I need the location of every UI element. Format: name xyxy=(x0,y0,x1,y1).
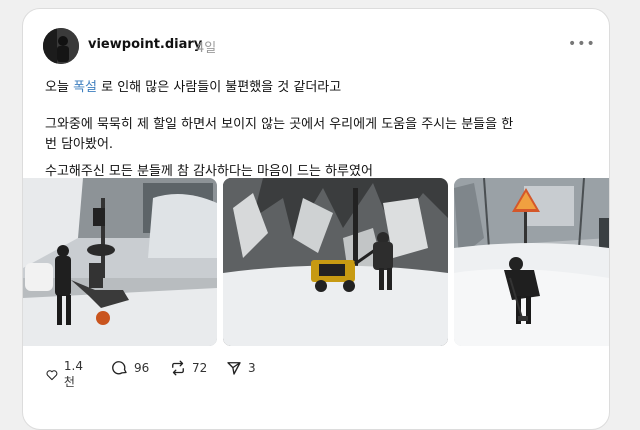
post-card: viewpoint.diary 4일 ••• 오늘 폭설 로 인해 많은 사람들… xyxy=(22,8,610,430)
share-button[interactable]: 3 xyxy=(225,359,256,377)
username[interactable]: viewpoint.diary xyxy=(88,37,202,52)
comment-icon xyxy=(112,361,127,375)
heart-icon xyxy=(46,369,58,380)
post-text-line-4: 수고해주신 모든 분들께 참 감사하다는 마음이 드는 하루였어 xyxy=(45,164,373,179)
post-text-after: 로 인해 많은 사람들이 불편했을 것 같더라고 xyxy=(101,80,342,95)
comment-button[interactable]: 96 xyxy=(111,359,149,377)
post-time[interactable]: 4일 xyxy=(196,37,216,56)
avatar[interactable] xyxy=(43,28,79,64)
more-icon[interactable]: ••• xyxy=(568,37,596,51)
post-text-line-1: 오늘 폭설 로 인해 많은 사람들이 불편했을 것 같더라고 xyxy=(45,76,341,95)
photo-worker-wheelbarrow[interactable] xyxy=(23,178,217,346)
repost-icon xyxy=(172,360,184,376)
repost-count: 72 xyxy=(192,361,208,375)
repost-button[interactable]: 72 xyxy=(169,359,207,377)
post-text-before: 오늘 xyxy=(45,80,69,95)
post-text-line-3: 번 담아봤어. xyxy=(45,137,114,152)
comment-count: 96 xyxy=(134,361,150,375)
like-button[interactable]: 1.4천 xyxy=(45,359,87,390)
photo-snow-shoveling[interactable] xyxy=(454,178,609,346)
post-text-line-2: 그와중에 묵묵히 제 할일 하면서 보이지 않는 곳에서 우리에게 도움을 주시… xyxy=(45,117,514,132)
share-count: 3 xyxy=(248,361,256,375)
share-icon xyxy=(227,362,241,375)
hashtag-link[interactable]: 폭설 xyxy=(73,80,97,95)
like-count: 1.4천 xyxy=(63,359,83,389)
photo-snow-blower[interactable] xyxy=(223,178,448,346)
